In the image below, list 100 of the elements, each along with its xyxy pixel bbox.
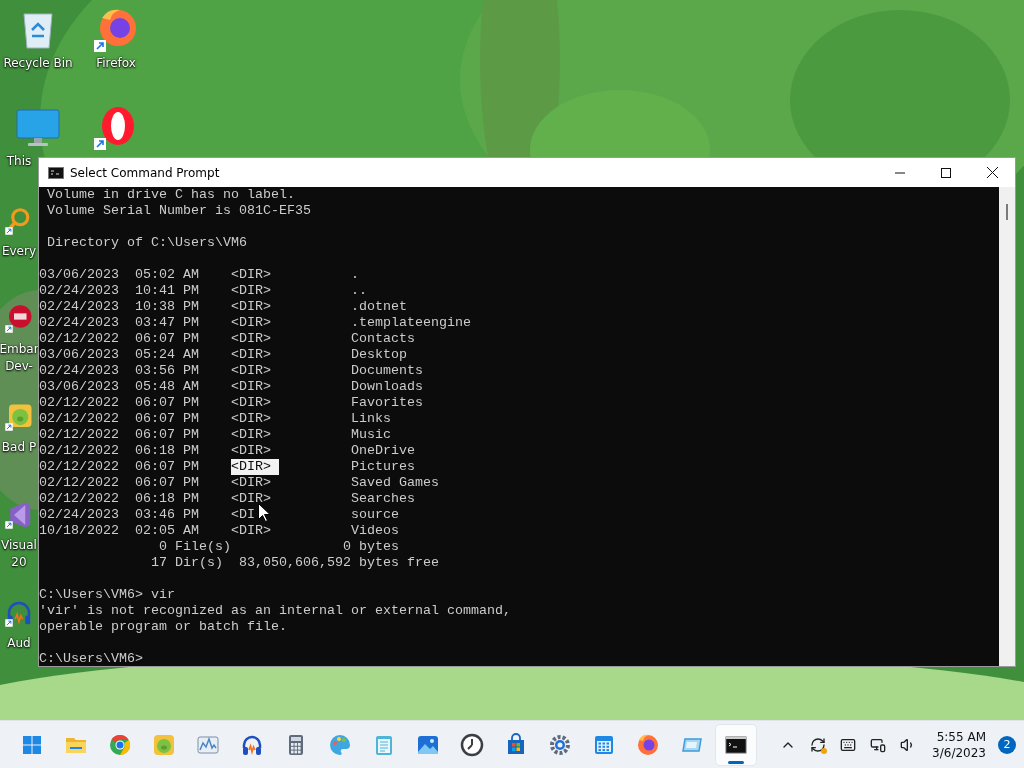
icon-label: Dev- [5, 359, 33, 374]
entry-type: <DIR> [231, 491, 271, 507]
time-text: 10:41 PM [135, 283, 199, 298]
entry-type: <DIR> [231, 459, 279, 475]
entry-type: <DIR> [231, 315, 271, 331]
icon-label: This [6, 154, 32, 169]
icon-label: Every [1, 244, 37, 259]
time-text: 06:07 PM [135, 395, 199, 410]
entry-type: <DIR> [231, 363, 271, 379]
scrollbar[interactable] [999, 187, 1015, 666]
console-text: 'vir' is not recognized as an internal or external command, [39, 603, 511, 619]
date-text: 02/24/2023 [39, 299, 119, 314]
folder-name: OneDrive [351, 443, 415, 459]
terminal-icon [48, 166, 64, 179]
console-text: Volume Serial Number is 081C-EF35 [46, 203, 311, 219]
taskbar-button[interactable] [716, 724, 756, 765]
folder-name: Favorites [351, 395, 423, 411]
folder-name: source [351, 507, 399, 523]
folder-name: .. [351, 283, 367, 299]
chrome-icon [108, 732, 132, 757]
date-text: 02/24/2023 [39, 363, 119, 378]
window-title: Select Command Prompt [70, 165, 220, 180]
pig-icon [152, 732, 176, 757]
date-text: 03/06/2023 [39, 347, 119, 362]
time-text: 06:18 PM [135, 491, 199, 506]
time-text: 05:48 AM [135, 379, 199, 394]
disc-icon[interactable] [4, 304, 34, 334]
console-text: Directory of C:\Users\VM6 [46, 235, 247, 251]
entry-type: <DIR> [231, 299, 271, 315]
time-text: 06:07 PM [135, 459, 199, 474]
clock-date: 3/6/2023 [932, 744, 986, 761]
time-text: 03:47 PM [135, 315, 199, 330]
entry-type: <DI [231, 507, 255, 523]
time-text: 03:56 PM [135, 363, 199, 378]
time-text: 06:07 PM [135, 475, 199, 490]
date-text: 02/24/2023 [39, 507, 119, 522]
time-text: 03:46 PM [135, 507, 199, 522]
icon-label: Bad P [1, 440, 37, 455]
folder-name: Desktop [351, 347, 407, 363]
pig-icon[interactable] [4, 402, 34, 432]
palette-icon [328, 732, 352, 757]
console-text: 17 Dir(s) 83,050,606,592 bytes free [149, 555, 439, 571]
date-text: 02/12/2022 [39, 427, 119, 442]
folder-name: Contacts [351, 331, 415, 347]
time-text: 02:05 AM [135, 523, 199, 538]
entry-type: <DIR> [231, 411, 271, 427]
date-text: 02/12/2022 [39, 491, 119, 506]
entry-type: <DIR> [231, 443, 271, 459]
entry-type: <DIR> [231, 267, 271, 283]
folder-name: Searches [351, 491, 415, 507]
folder-name: Videos [351, 523, 399, 539]
icon-label: Aud [7, 636, 31, 651]
time-text: 06:07 PM [135, 331, 199, 346]
date-text: 02/12/2022 [39, 475, 119, 490]
date-text: 02/12/2022 [39, 331, 119, 346]
icon-label: 20 [11, 555, 27, 570]
console-text: 0 File(s) 0 bytes [157, 539, 399, 555]
folder-name: Downloads [351, 379, 423, 395]
clock[interactable]: 5:55 AM 3/6/2023 [932, 728, 986, 761]
notification-badge[interactable]: 2 [998, 735, 1016, 754]
time-text: 10:38 PM [135, 299, 199, 314]
time-text: 06:18 PM [135, 443, 199, 458]
close-icon [986, 167, 998, 178]
entry-type: <DIR> [231, 379, 271, 395]
settings-icon [548, 732, 572, 757]
icon-label: Embar [0, 342, 39, 356]
icon-label: Recycle Bin [3, 56, 73, 71]
icon-label: Visual [1, 538, 37, 553]
entry-type: <DIR> [231, 475, 271, 491]
date-text: 10/18/2022 [39, 523, 119, 538]
clock-time: 5:55 AM [936, 728, 986, 745]
folder-name: Links [351, 411, 391, 427]
date-text: 02/12/2022 [39, 411, 119, 426]
entry-type: <DIR> [231, 347, 271, 363]
date-text: 02/12/2022 [39, 459, 119, 474]
console-text: Volume in drive C has no label. [46, 187, 295, 203]
date-text: 02/24/2023 [39, 283, 119, 298]
entry-type: <DIR> [231, 283, 271, 299]
mouse-pointer-icon [258, 503, 270, 522]
clock-icon [460, 732, 484, 757]
date-text: 02/24/2023 [39, 315, 119, 330]
time-text: 06:07 PM [135, 427, 199, 442]
entry-type: <DIR> [231, 395, 271, 411]
console-text: operable program or batch file. [39, 619, 287, 635]
date-text: 03/06/2023 [39, 267, 119, 282]
folder-name: .dotnet [351, 299, 407, 315]
folder-name: Pictures [351, 459, 415, 475]
console-text: C:\Users\VM6> [39, 651, 143, 666]
entry-type: <DIR> [231, 331, 271, 347]
time-text: 05:02 AM [135, 267, 199, 282]
maximize-icon [941, 167, 951, 178]
time-text: 05:24 AM [135, 347, 199, 362]
date-text: 02/12/2022 [39, 443, 119, 458]
folder-name: Music [351, 427, 391, 443]
time-text: 06:07 PM [135, 411, 199, 426]
entry-type: <DIR> [231, 427, 271, 443]
entry-type: <DIR> [231, 523, 271, 539]
folder-name: . [351, 267, 359, 283]
console-text: C:\Users\VM6> vir [39, 587, 175, 603]
date-text: 02/12/2022 [39, 395, 119, 410]
